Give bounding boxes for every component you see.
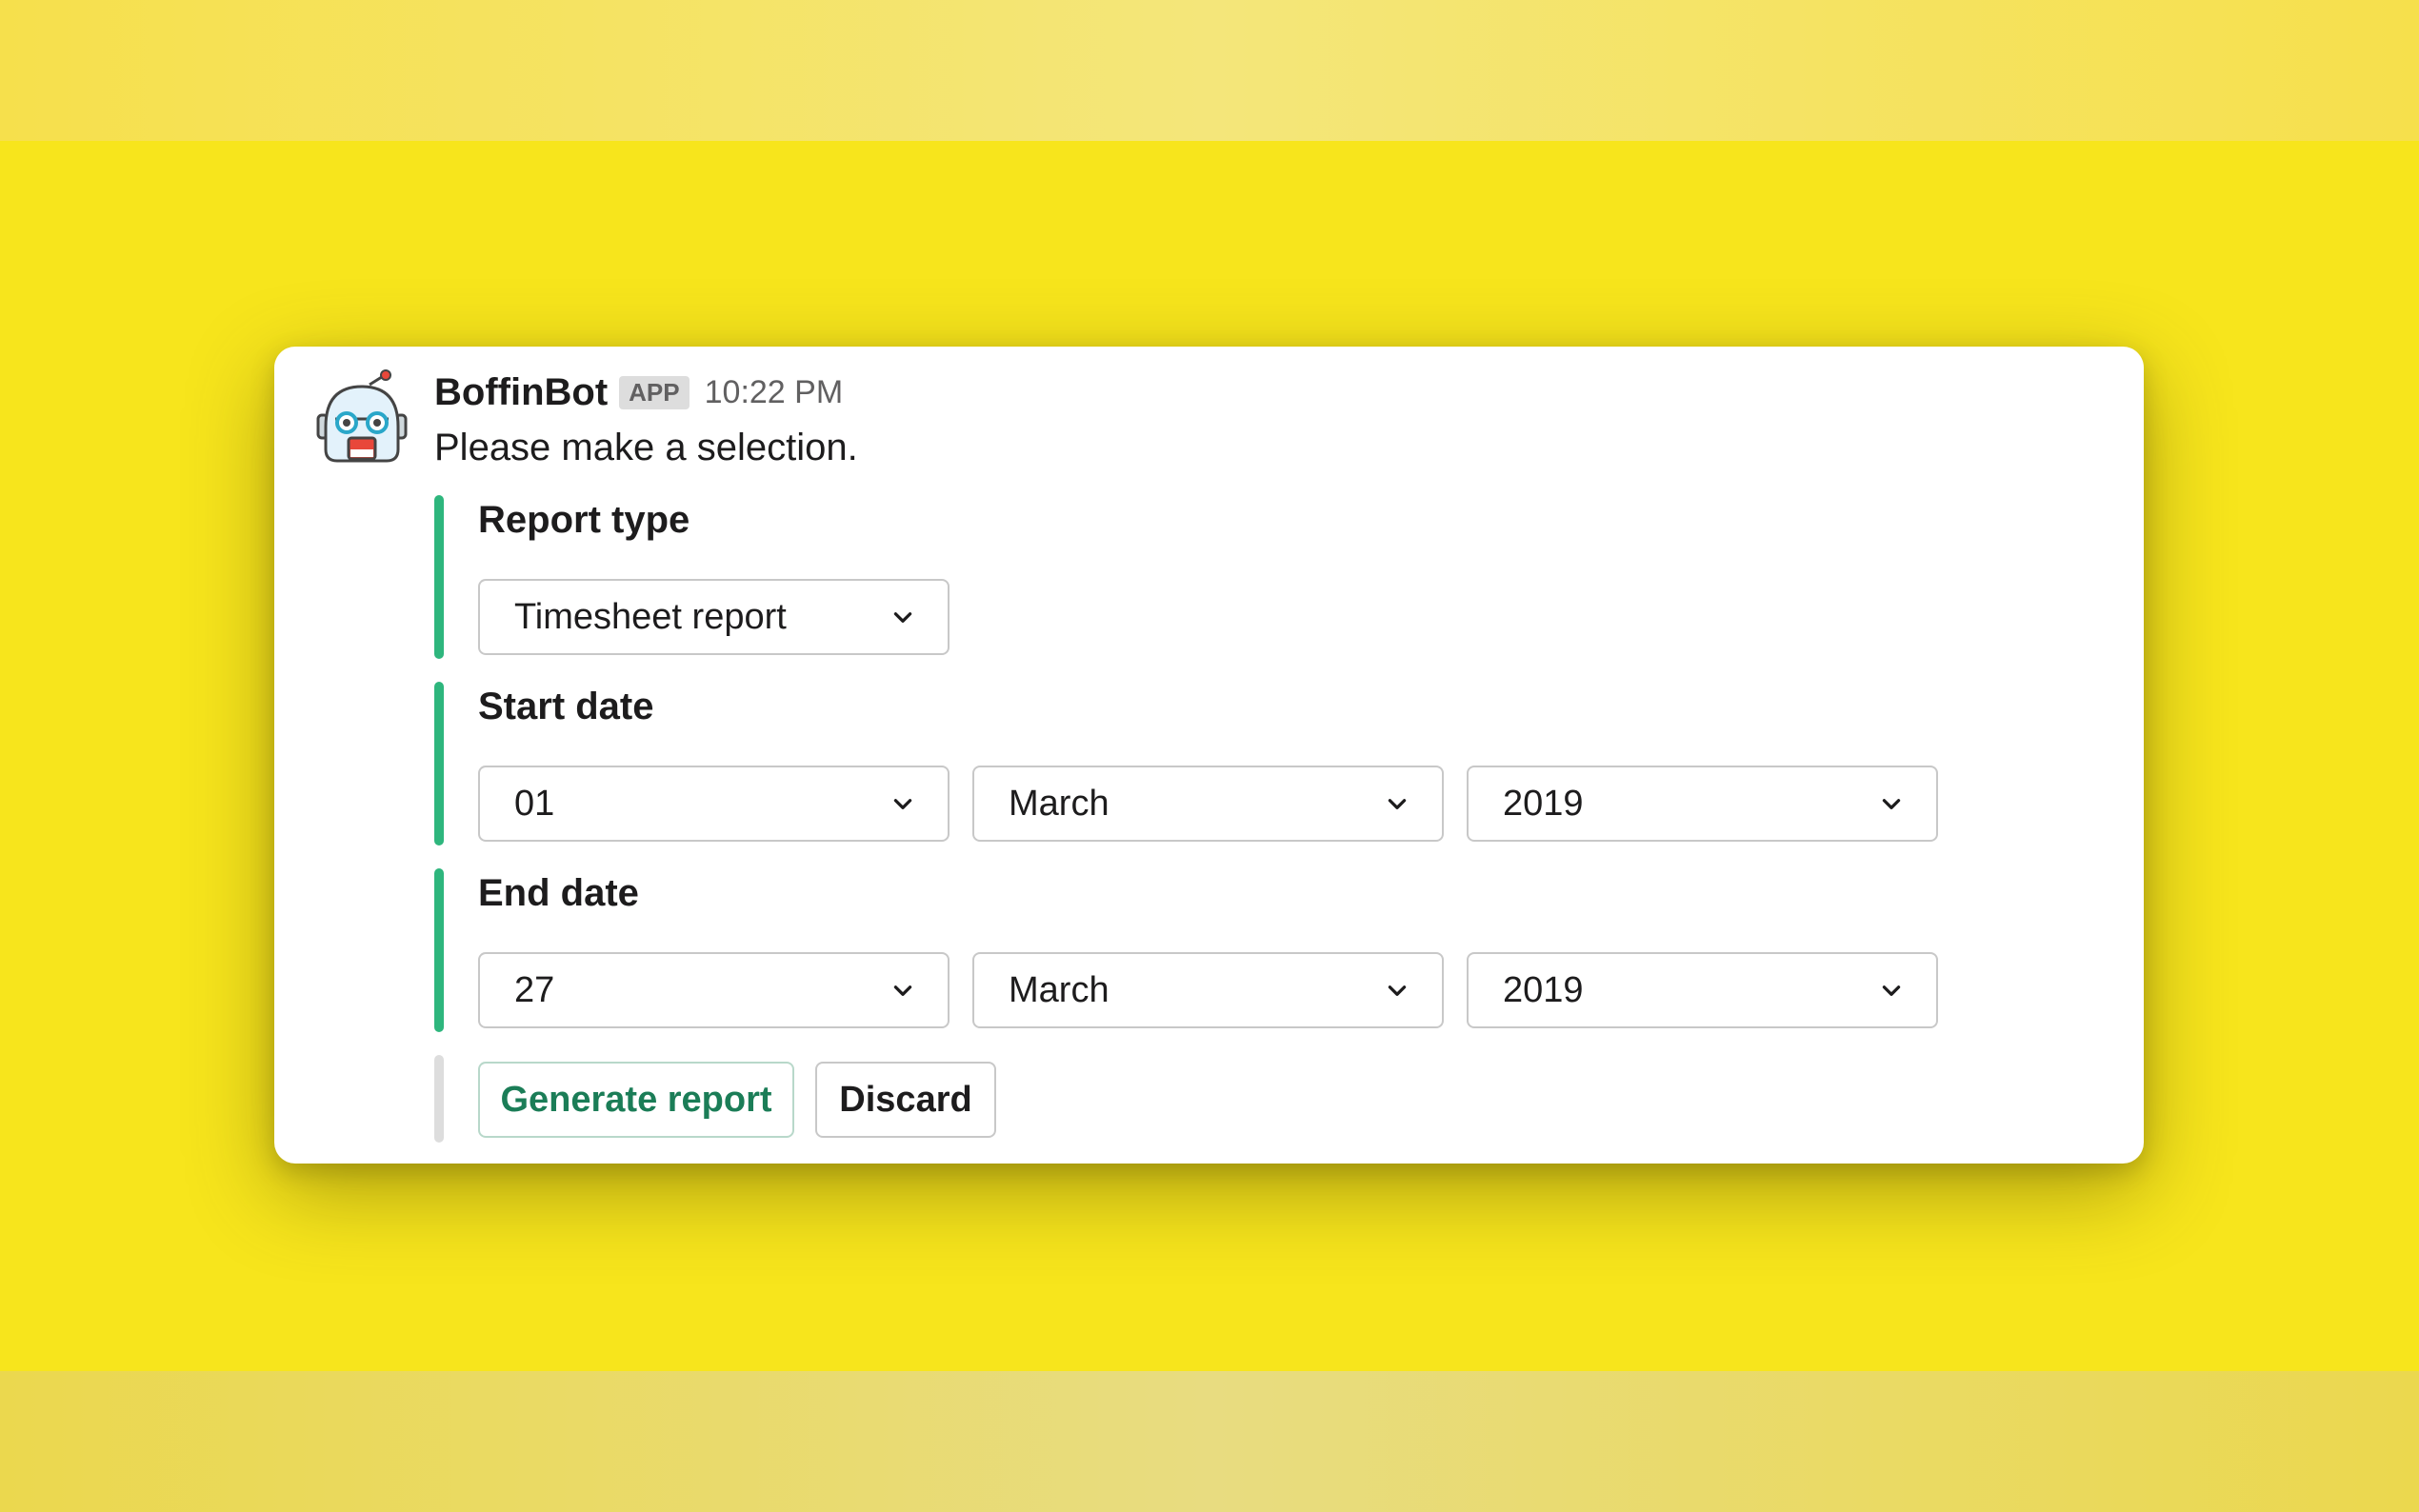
chevron-down-icon [893,799,912,809]
end-day-value: 27 [514,969,555,1010]
chevron-down-icon [1882,799,1901,809]
attachment-accent-bar [434,495,444,659]
end-day-dropdown[interactable]: 27 [478,952,950,1028]
end-date-title: End date [478,872,639,914]
report-type-dropdown[interactable]: Timesheet report [478,579,950,655]
message-timestamp[interactable]: 10:22 PM [705,374,844,411]
start-day-value: 01 [514,783,555,824]
start-date-title: Start date [478,686,654,727]
start-year-value: 2019 [1503,783,1584,824]
message-header: BoffinBot APP 10:22 PM [434,366,843,419]
bot-name[interactable]: BoffinBot [434,371,608,414]
report-type-value: Timesheet report [514,596,787,637]
message-card: BoffinBot APP 10:22 PM Please make a sel… [274,347,2144,1164]
chevron-down-icon [893,985,912,996]
app-badge: APP [619,375,690,409]
attachment-accent-bar [434,868,444,1032]
actions-accent-bar [434,1055,444,1143]
background-band-top [0,0,2419,141]
start-month-dropdown[interactable]: March [972,766,1444,842]
end-year-value: 2019 [1503,969,1584,1010]
attachment-accent-bar [434,682,444,846]
end-month-value: March [1009,969,1110,1010]
chevron-down-icon [1388,799,1407,809]
start-month-value: March [1009,783,1110,824]
start-year-dropdown[interactable]: 2019 [1467,766,1938,842]
message-text: Please make a selection. [434,427,858,468]
chevron-down-icon [1882,985,1901,996]
robot-avatar-icon[interactable] [314,369,410,465]
generate-report-button[interactable]: Generate report [478,1062,794,1138]
report-type-title: Report type [478,499,690,541]
background-band-bottom [0,1371,2419,1512]
discard-button[interactable]: Discard [815,1062,996,1138]
chevron-down-icon [893,612,912,623]
chevron-down-icon [1388,985,1407,996]
end-year-dropdown[interactable]: 2019 [1467,952,1938,1028]
start-day-dropdown[interactable]: 01 [478,766,950,842]
end-month-dropdown[interactable]: March [972,952,1444,1028]
